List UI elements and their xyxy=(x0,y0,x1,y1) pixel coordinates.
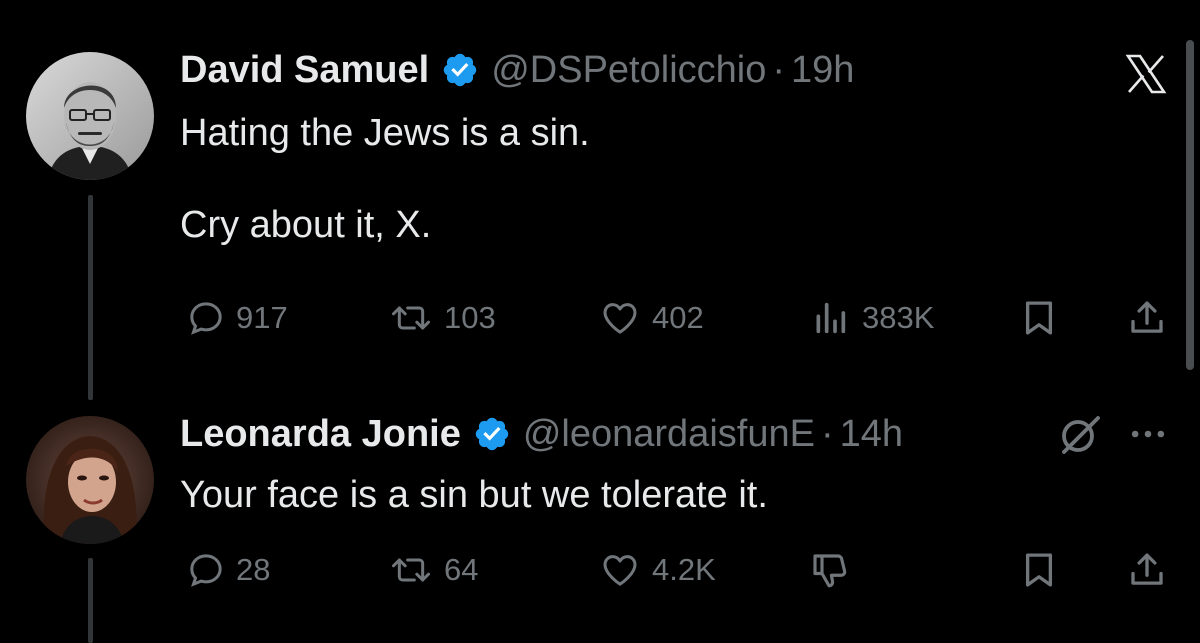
x-logo-icon[interactable] xyxy=(1122,50,1170,98)
repost-icon xyxy=(392,558,430,582)
repost-icon xyxy=(392,306,430,330)
bookmark-icon[interactable] xyxy=(1018,297,1060,339)
repost-button[interactable]: 103 xyxy=(388,298,496,338)
share-icon[interactable] xyxy=(1126,297,1168,339)
separator-dot: · xyxy=(772,49,786,91)
repost-count: 103 xyxy=(444,300,496,335)
tweet-header: Leonarda Jonie @leonardaisfunE · 14h xyxy=(180,412,903,456)
repost-count: 64 xyxy=(444,552,479,587)
views-button[interactable]: 383K xyxy=(808,298,934,338)
reply-count: 28 xyxy=(236,552,271,587)
avatar-image xyxy=(26,52,154,180)
separator-dot: · xyxy=(820,413,834,455)
reply-button[interactable]: 917 xyxy=(186,298,288,338)
repost-button[interactable]: 64 xyxy=(388,550,478,590)
timestamp[interactable]: 14h xyxy=(840,412,903,456)
scroll-indicator[interactable] xyxy=(1186,40,1194,370)
thread-connector-line xyxy=(88,558,93,643)
grok-icon[interactable] xyxy=(1056,410,1104,458)
reply-icon xyxy=(190,302,222,335)
avatar[interactable] xyxy=(26,416,154,544)
reply-count: 917 xyxy=(236,300,288,335)
dislike-icon[interactable] xyxy=(808,549,850,591)
bookmark-icon[interactable] xyxy=(1018,549,1060,591)
avatar[interactable] xyxy=(26,52,154,180)
tweet-header: David Samuel @DSPetolicchio · 19h xyxy=(180,48,854,92)
heart-icon xyxy=(603,303,637,334)
timestamp[interactable]: 19h xyxy=(791,48,854,92)
like-count: 4.2K xyxy=(652,552,716,587)
display-name[interactable]: Leonarda Jonie xyxy=(180,412,461,456)
avatar-image xyxy=(26,416,154,544)
tweet-text: Your face is a sin but we tolerate it. xyxy=(180,474,768,516)
tweet-text: Hating the Jews is a sin. Cry about it, … xyxy=(180,112,590,246)
like-button[interactable]: 4.2K xyxy=(598,550,716,590)
verified-badge-icon[interactable] xyxy=(473,415,511,453)
like-button[interactable]: 402 xyxy=(598,298,704,338)
display-name[interactable]: David Samuel xyxy=(180,48,429,92)
user-handle[interactable]: @leonardaisfunE xyxy=(523,412,815,456)
like-count: 402 xyxy=(652,300,704,335)
thread-connector-line xyxy=(88,195,93,400)
verified-badge-icon[interactable] xyxy=(441,51,479,89)
user-handle[interactable]: @DSPetolicchio xyxy=(491,48,766,92)
view-count: 383K xyxy=(862,300,935,335)
heart-icon xyxy=(603,555,637,586)
reply-button[interactable]: 28 xyxy=(186,550,270,590)
more-icon[interactable] xyxy=(1126,412,1170,456)
views-icon xyxy=(816,302,846,334)
share-icon[interactable] xyxy=(1126,549,1168,591)
reply-icon xyxy=(190,554,222,587)
